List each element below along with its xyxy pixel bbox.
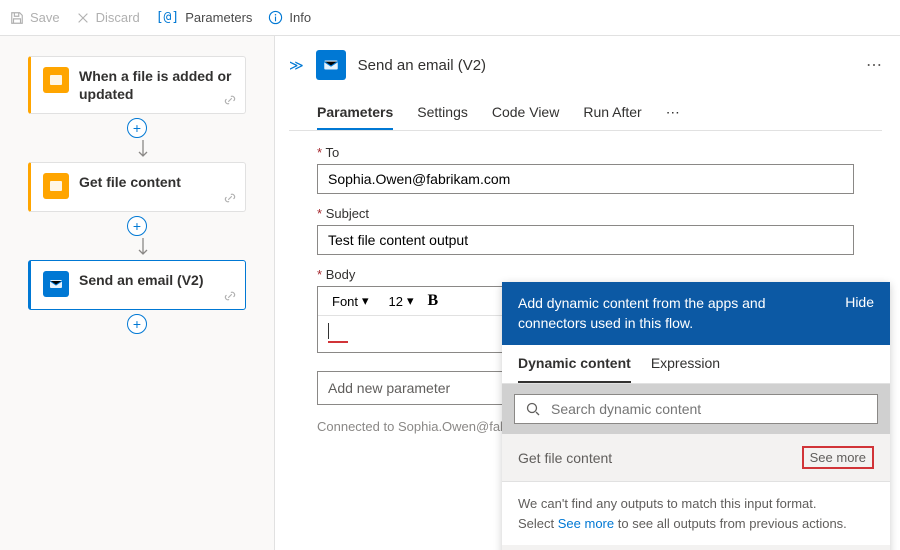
dc-no-outputs-message: We can't find any outputs to match this … [502, 482, 890, 545]
dynamic-content-panel: Add dynamic content from the apps and co… [502, 282, 890, 550]
dc-section-trigger: When a file is added or updated See more [502, 545, 890, 550]
add-step-button[interactable]: + [127, 216, 147, 236]
link-icon [223, 93, 237, 107]
tab-expression[interactable]: Expression [651, 355, 720, 383]
info-button[interactable]: Info [268, 10, 311, 25]
save-label: Save [30, 10, 60, 25]
close-icon [76, 11, 90, 25]
outlook-icon [316, 50, 346, 80]
detail-tabs: Parameters Settings Code View Run After … [289, 96, 882, 131]
info-icon [268, 10, 283, 25]
dc-search[interactable] [514, 394, 878, 424]
discard-button[interactable]: Discard [76, 10, 140, 25]
node-getfile[interactable]: Get file content [28, 162, 246, 212]
tab-parameters[interactable]: Parameters [317, 96, 393, 130]
tab-settings[interactable]: Settings [417, 96, 468, 130]
tab-more[interactable]: ⋯ [666, 96, 680, 130]
to-input[interactable] [317, 164, 854, 194]
detail-panel: ≫ Send an email (V2) ⋯ Parameters Settin… [275, 36, 900, 550]
subject-label: * Subject [317, 206, 854, 221]
sharepoint-icon [43, 67, 69, 93]
see-more-link[interactable]: See more [558, 516, 614, 531]
chevron-down-icon: ▾ [407, 293, 414, 309]
link-icon [223, 191, 237, 205]
more-icon[interactable]: ⋯ [866, 55, 882, 75]
body-label: * Body [317, 267, 527, 282]
dc-section-getfile: Get file content See more [502, 434, 890, 482]
detail-title: Send an email (V2) [358, 57, 854, 74]
outlook-icon [43, 271, 69, 297]
node-sendemail-title: Send an email (V2) [79, 271, 233, 289]
dc-search-input[interactable] [551, 401, 867, 417]
parameters-button[interactable]: [@] Parameters [156, 10, 253, 25]
body-content[interactable] [318, 316, 526, 352]
flow-canvas: When a file is added or updated + Get fi… [0, 36, 275, 550]
save-icon [10, 11, 24, 25]
subject-input[interactable] [317, 225, 854, 255]
search-icon [525, 401, 541, 417]
node-sendemail[interactable]: Send an email (V2) [28, 260, 246, 310]
add-step-button[interactable]: + [127, 314, 147, 334]
bold-button[interactable]: B [428, 292, 439, 310]
node-trigger[interactable]: When a file is added or updated [28, 56, 246, 114]
node-trigger-title: When a file is added or updated [79, 67, 233, 103]
link-icon [223, 289, 237, 303]
tab-runafter[interactable]: Run After [583, 96, 641, 130]
see-more-button[interactable]: See more [802, 446, 874, 469]
tab-codeview[interactable]: Code View [492, 96, 559, 130]
sharepoint-icon [43, 173, 69, 199]
dc-header-text: Add dynamic content from the apps and co… [518, 294, 829, 333]
hide-button[interactable]: Hide [845, 294, 874, 310]
body-editor[interactable]: Font ▾ 12 ▾ B [317, 286, 527, 353]
font-select[interactable]: Font ▾ [326, 291, 375, 311]
node-getfile-title: Get file content [79, 173, 233, 191]
add-step-button[interactable]: + [127, 118, 147, 138]
chevron-down-icon: ▾ [362, 293, 369, 309]
tab-dynamic-content[interactable]: Dynamic content [518, 355, 631, 383]
save-button[interactable]: Save [10, 10, 60, 25]
fontsize-select[interactable]: 12 ▾ [383, 291, 420, 311]
parameters-label: Parameters [185, 10, 252, 25]
top-toolbar: Save Discard [@] Parameters Info [0, 0, 900, 36]
to-label: * To [317, 145, 854, 160]
parameters-icon: [@] [156, 10, 179, 25]
info-label: Info [289, 10, 311, 25]
collapse-icon[interactable]: ≫ [289, 57, 304, 74]
discard-label: Discard [96, 10, 140, 25]
